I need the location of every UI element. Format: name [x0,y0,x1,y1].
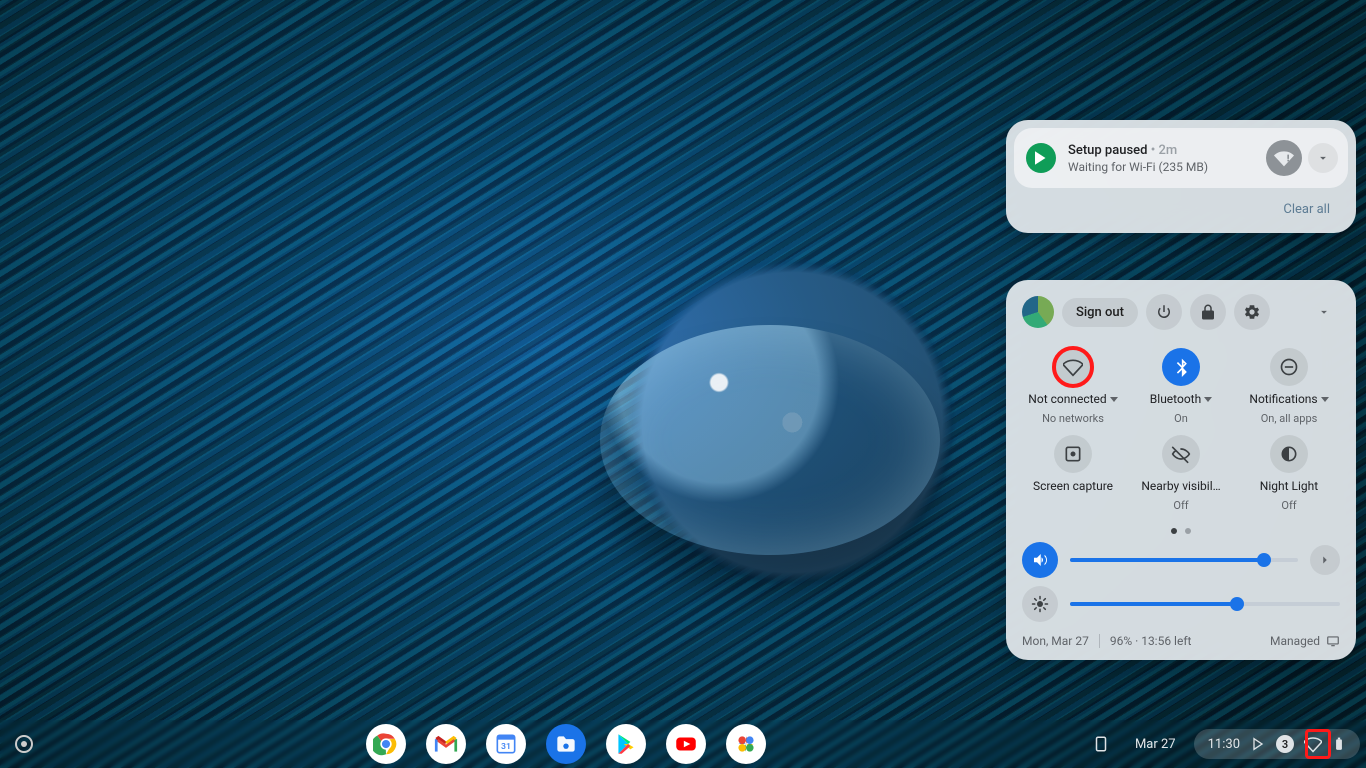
night-light-icon [1279,444,1299,464]
settings-button[interactable] [1234,294,1270,330]
tile-bluetooth[interactable]: Bluetooth On [1130,348,1232,429]
files-icon[interactable] [546,724,586,764]
lock-button[interactable] [1190,294,1226,330]
avatar[interactable] [1022,296,1054,328]
clear-all-button[interactable]: Clear all [1283,202,1330,217]
visibility-off-icon [1171,444,1191,464]
play-store-icon [1026,143,1056,173]
tray-time: 11:30 [1208,737,1240,752]
shelf-apps: 31 [48,724,1085,764]
tile-network[interactable]: Not connected No networks [1022,348,1124,429]
tile-sub: On [1174,412,1188,425]
tile-nearby-visibility[interactable]: Nearby visibil… Off [1130,435,1232,516]
volume-row [1022,542,1340,578]
tile-sub: Off [1173,499,1188,512]
tile-label: Not connected [1028,392,1106,406]
tray-date[interactable]: Mar 27 [1125,737,1186,752]
gmail-icon[interactable] [426,724,466,764]
brightness-icon[interactable] [1022,586,1058,622]
notification-subtitle: Waiting for Wi-Fi (235 MB) [1068,160,1254,174]
tile-night-light[interactable]: Night Light Off [1238,435,1340,516]
wifi-warning-icon [1266,140,1302,176]
sign-out-button[interactable]: Sign out [1062,298,1138,327]
highlight-ring [1052,346,1094,388]
play-triangle-icon [1250,736,1266,752]
quick-settings-panel: Sign out Not connected No networks Bluet… [1006,280,1356,660]
launcher-button[interactable] [0,735,48,753]
battery-icon [1332,735,1346,753]
tile-label: Screen capture [1033,479,1113,493]
tile-sub: On, all apps [1261,412,1318,425]
tile-screen-capture[interactable]: Screen capture [1022,435,1124,516]
notification-body: Setup paused • 2m Waiting for Wi-Fi (235… [1068,143,1254,174]
wifi-status-icon [1304,735,1322,753]
power-button[interactable] [1146,294,1182,330]
tile-sub: No networks [1042,412,1104,425]
bluetooth-icon [1171,357,1191,377]
notification-count: 3 [1276,735,1294,753]
audio-settings-button[interactable] [1310,545,1340,575]
tablet-mode-icon[interactable] [1085,728,1117,760]
tile-sub: Off [1281,499,1296,512]
notification-card[interactable]: Setup paused • 2m Waiting for Wi-Fi (235… [1014,128,1348,188]
notification-age: 2m [1158,143,1177,158]
page-indicator[interactable] [1022,528,1340,534]
calendar-icon[interactable]: 31 [486,724,526,764]
status-tray[interactable]: 11:30 3 [1194,729,1360,759]
tile-label: Notifications [1249,392,1317,406]
dnd-icon [1279,357,1299,377]
notification-expand-button[interactable] [1308,143,1338,173]
wallpaper-droplet [600,325,940,555]
collapse-button[interactable] [1308,296,1340,328]
screenshot-icon [1063,444,1083,464]
tile-label: Nearby visibil… [1141,479,1220,493]
volume-icon[interactable] [1022,542,1058,578]
footer-date: Mon, Mar 27 [1022,634,1089,648]
managed-button[interactable]: Managed [1270,634,1340,648]
svg-text:31: 31 [502,742,512,752]
footer-battery: 96% · 13:56 left [1110,634,1192,648]
shelf: 31 Mar 27 11:30 3 [0,720,1366,768]
brightness-slider[interactable] [1070,602,1340,606]
tile-label: Night Light [1260,479,1318,493]
brightness-row [1022,586,1340,622]
volume-slider[interactable] [1070,558,1298,562]
notifications-panel: Setup paused • 2m Waiting for Wi-Fi (235… [1006,120,1356,233]
tile-label: Bluetooth [1150,392,1201,406]
tile-notifications[interactable]: Notifications On, all apps [1238,348,1340,429]
youtube-icon[interactable] [666,724,706,764]
chrome-icon[interactable] [366,724,406,764]
play-store-icon[interactable] [606,724,646,764]
photos-icon[interactable] [726,724,766,764]
notification-title: Setup paused [1068,143,1147,158]
